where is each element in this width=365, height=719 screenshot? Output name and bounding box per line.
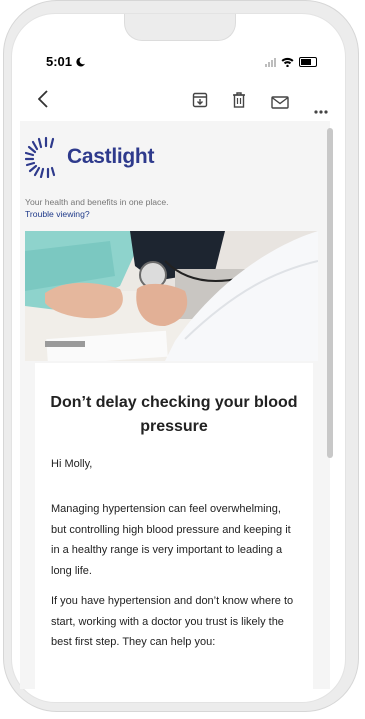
archive-icon[interactable] (192, 92, 208, 113)
scrollbar-thumb[interactable] (327, 128, 333, 458)
brand-tagline: Your health and benefits in one place. (25, 197, 169, 207)
battery-icon (299, 57, 317, 67)
more-icon[interactable] (314, 98, 328, 119)
back-arrow-icon[interactable] (37, 90, 48, 113)
email-paragraph-1: Managing hypertension can feel overwhelm… (51, 503, 291, 577)
moon-icon (76, 57, 85, 67)
brand-name: Castlight (67, 145, 155, 168)
phone-notch (124, 14, 236, 41)
mail-icon[interactable] (271, 93, 289, 114)
status-icons (265, 57, 317, 67)
email-content-card: Don’t delay checking your blood pressure… (35, 363, 313, 689)
status-bar: 5:01 (12, 54, 345, 72)
email-paragraph-2: If you have hypertension and don’t know … (51, 595, 294, 648)
signal-icon (265, 57, 276, 67)
wifi-icon (281, 57, 294, 67)
brand-header: Castlight (25, 136, 154, 178)
trouble-viewing-link[interactable]: Trouble viewing? (25, 209, 90, 219)
status-time: 5:01 (46, 54, 85, 69)
castlight-logo-icon (25, 136, 56, 178)
hero-image (25, 231, 318, 361)
email-toolbar (12, 90, 345, 122)
email-body: Castlight Your health and benefits in on… (20, 121, 330, 689)
trash-icon[interactable] (232, 92, 246, 113)
email-headline: Don’t delay checking your blood pressure (50, 394, 298, 435)
email-greeting: Hi Molly, (51, 458, 93, 470)
